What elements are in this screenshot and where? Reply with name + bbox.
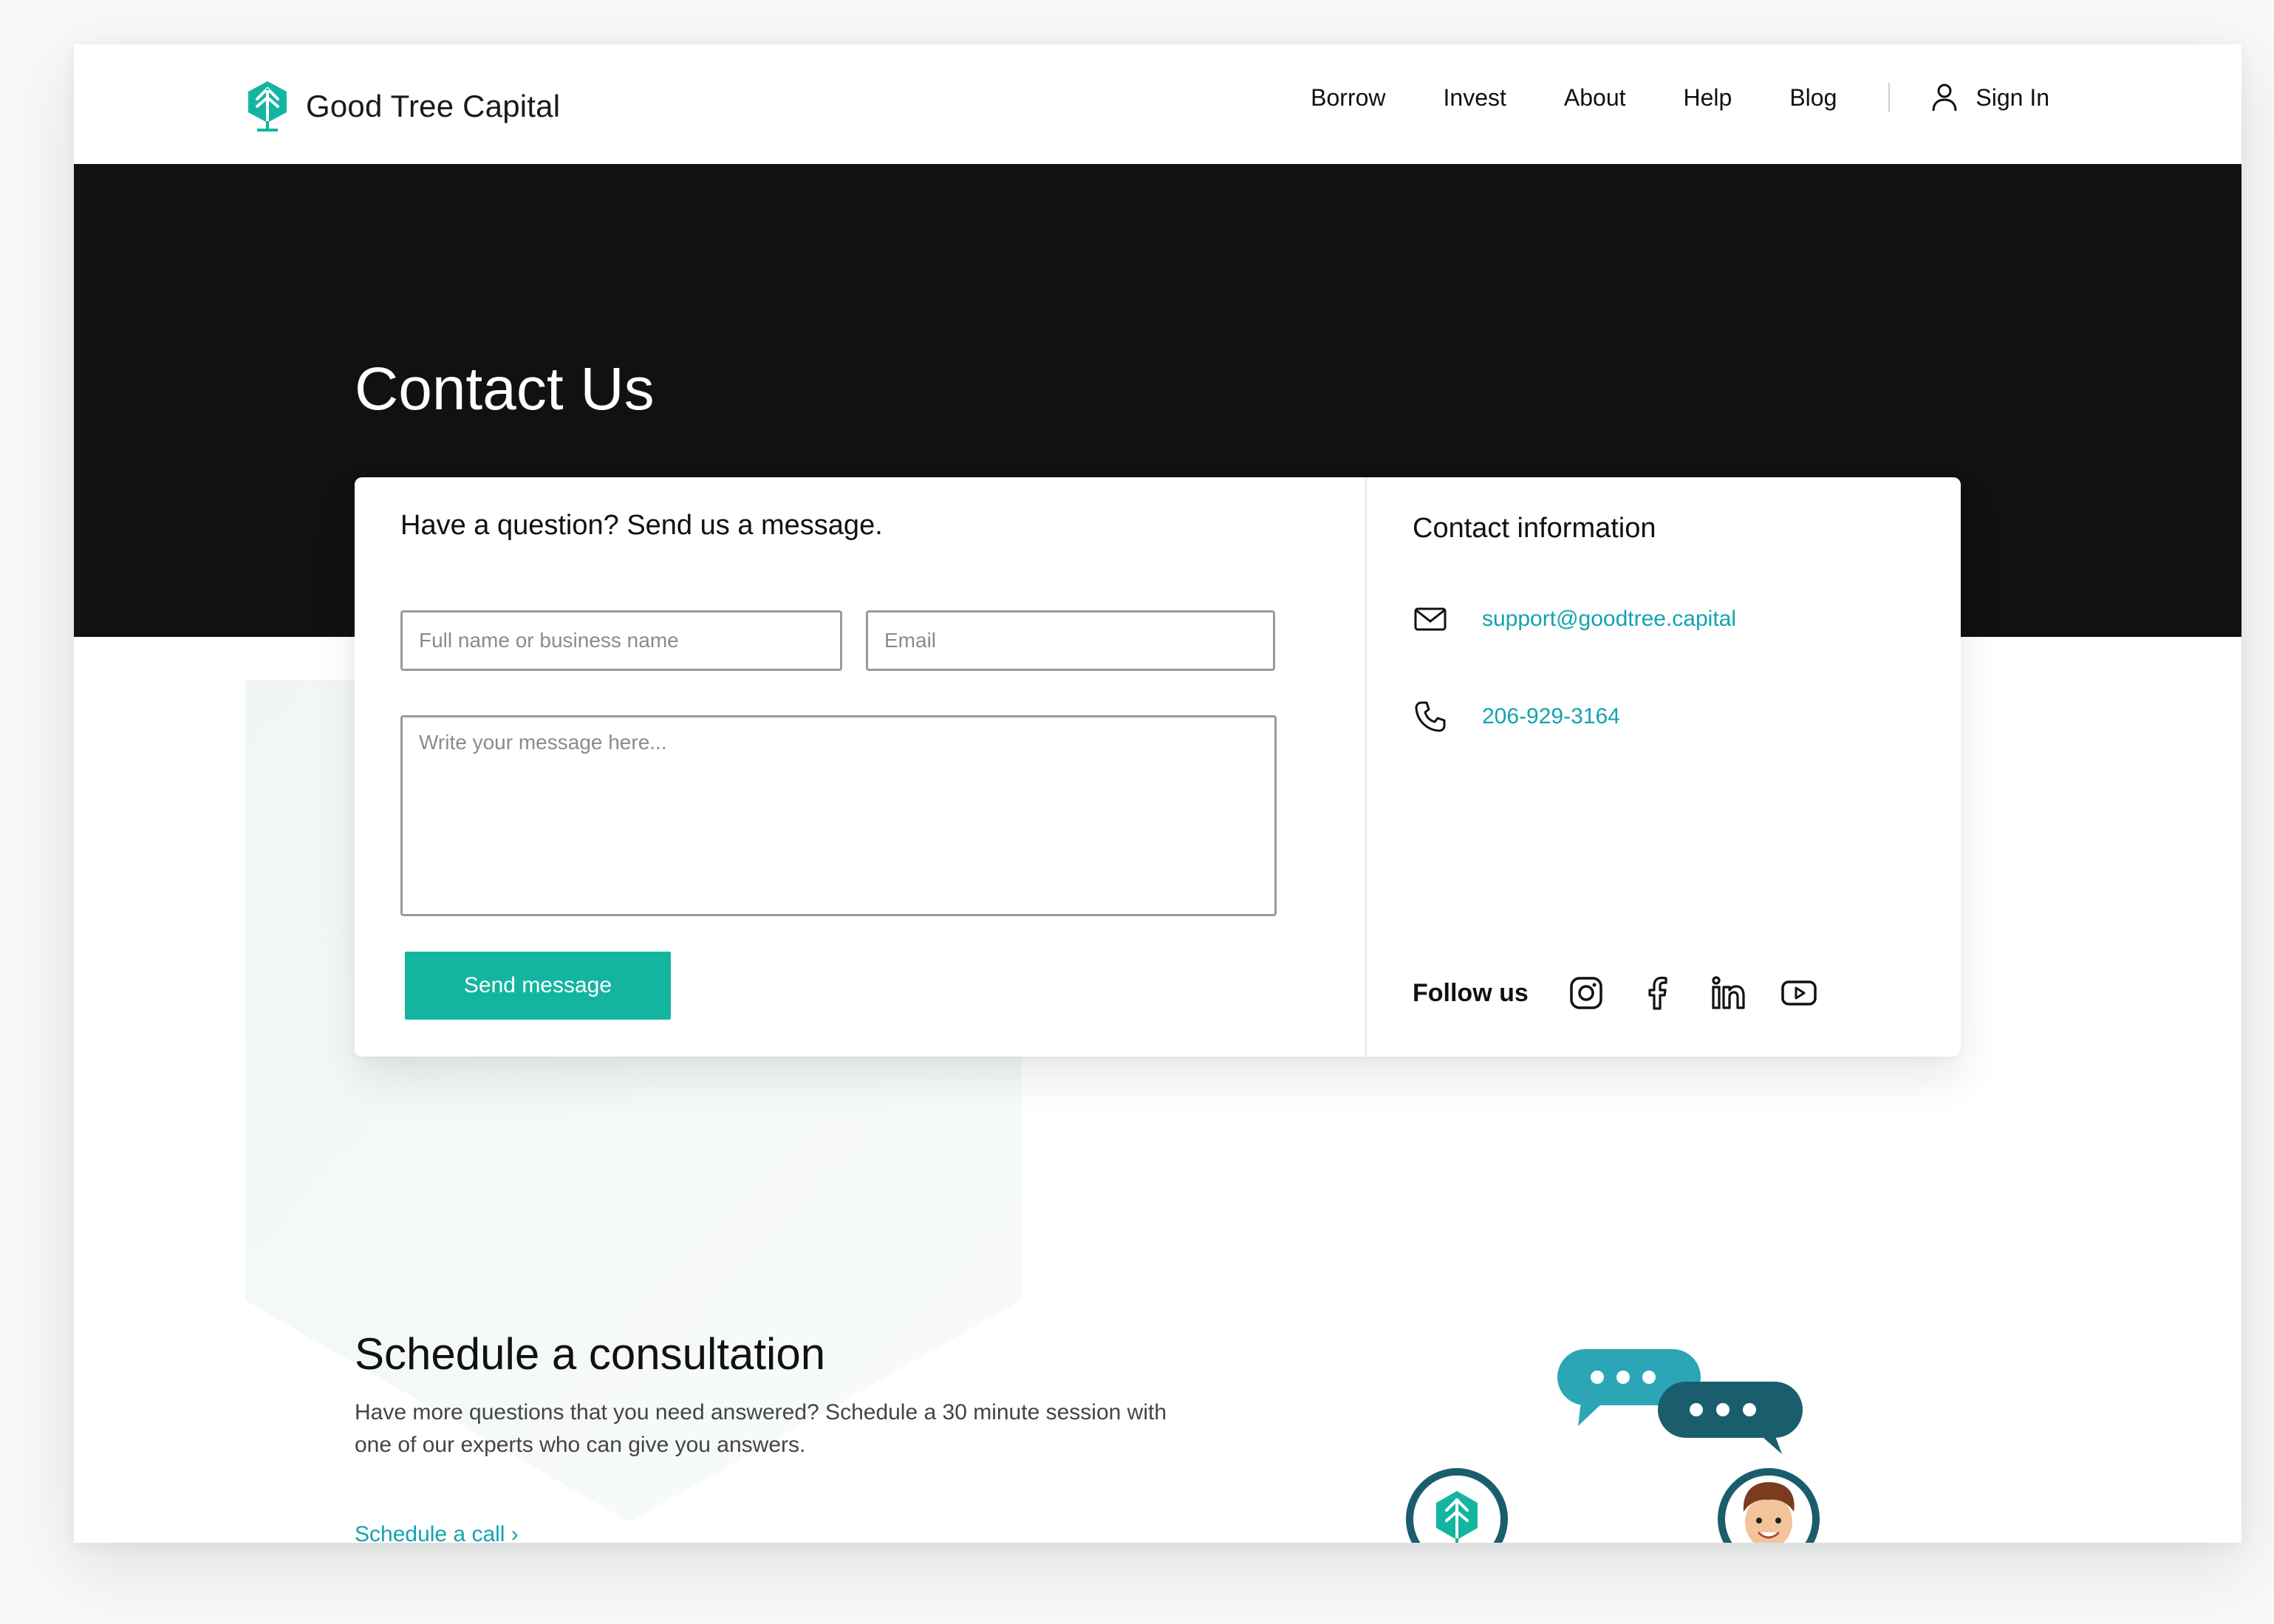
nav-divider	[1888, 83, 1891, 112]
sign-in-link[interactable]: Sign In	[1931, 83, 2049, 112]
nav-item-invest[interactable]: Invest	[1444, 84, 1506, 112]
schedule-call-link[interactable]: Schedule a call ›	[355, 1522, 519, 1543]
nav-item-borrow[interactable]: Borrow	[1311, 84, 1385, 112]
nav-item-about[interactable]: About	[1564, 84, 1626, 112]
contact-email-row: support@goodtree.capital	[1413, 601, 1736, 637]
brand-avatar-icon	[1406, 1468, 1508, 1543]
page-title: Contact Us	[355, 355, 655, 423]
site-header: Good Tree Capital Borrow Invest About He…	[74, 44, 2241, 164]
linkedin-icon[interactable]	[1709, 974, 1747, 1012]
contact-card: Have a question? Send us a message. Send…	[355, 477, 1961, 1057]
user-icon	[1932, 83, 1957, 112]
phone-number-link[interactable]: 206-929-3164	[1482, 704, 1620, 729]
nav-item-help[interactable]: Help	[1684, 84, 1732, 112]
contact-phone-row: 206-929-3164	[1413, 699, 1620, 734]
contact-info-heading: Contact information	[1413, 513, 1656, 544]
full-name-input[interactable]	[400, 610, 842, 671]
phone-icon	[1415, 701, 1446, 732]
envelope-icon	[1414, 607, 1447, 631]
youtube-icon[interactable]	[1780, 974, 1818, 1012]
send-message-button[interactable]: Send message	[405, 952, 671, 1020]
nav-item-blog[interactable]: Blog	[1789, 84, 1837, 112]
brand-logo[interactable]: Good Tree Capital	[245, 80, 560, 133]
form-heading: Have a question? Send us a message.	[400, 510, 883, 541]
instagram-icon[interactable]	[1567, 974, 1605, 1012]
facebook-icon[interactable]	[1638, 974, 1676, 1012]
person-avatar-icon	[1718, 1468, 1820, 1543]
page-frame: Good Tree Capital Borrow Invest About He…	[74, 44, 2241, 1543]
message-form: Have a question? Send us a message. Send…	[355, 477, 1365, 1057]
chat-illustration	[1406, 1349, 1820, 1543]
chat-bubble-icon	[1658, 1382, 1803, 1454]
follow-us-label: Follow us	[1413, 978, 1529, 1007]
contact-information: Contact information support@goodtree.cap…	[1367, 477, 1961, 1057]
message-textarea[interactable]	[400, 715, 1277, 916]
email-input[interactable]	[866, 610, 1275, 671]
consultation-heading: Schedule a consultation	[355, 1329, 826, 1379]
consultation-description: Have more questions that you need answer…	[355, 1400, 1167, 1457]
sign-in-label: Sign In	[1976, 83, 2049, 111]
follow-us: Follow us	[1413, 974, 1851, 1012]
tree-hexagon-icon	[248, 81, 287, 132]
support-email-link[interactable]: support@goodtree.capital	[1482, 607, 1736, 632]
main-nav: Borrow Invest About Help Blog Sign In	[1311, 83, 2049, 112]
brand-name: Good Tree Capital	[306, 89, 561, 123]
